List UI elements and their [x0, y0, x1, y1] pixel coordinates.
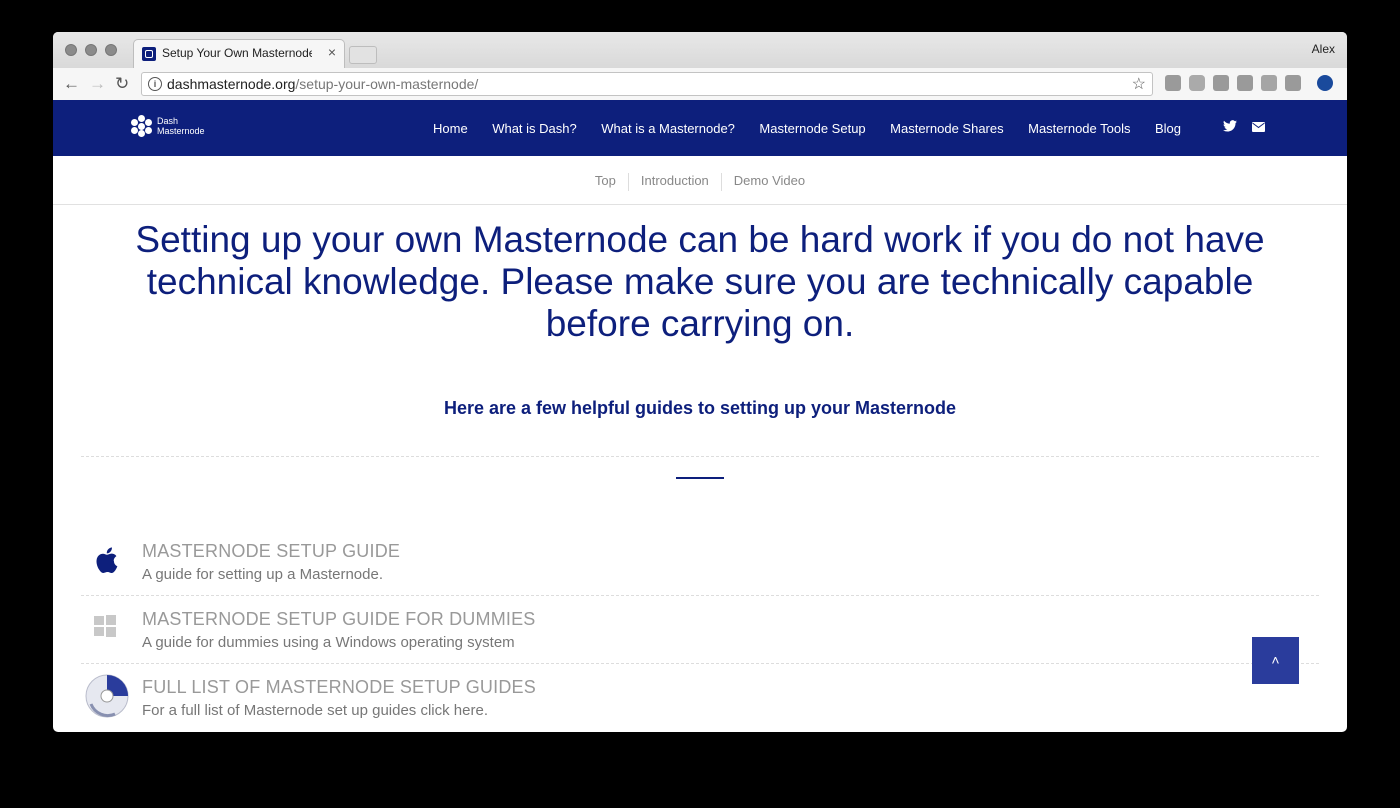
logo-line2: Masternode	[157, 126, 205, 136]
puzzle-extension-icon[interactable]	[1285, 75, 1301, 91]
guide-title[interactable]: FULL LIST OF MASTERNODE SETUP GUIDES	[142, 677, 536, 698]
browser-toolbar: ← → ↻ i dashmasternode.org/setup-your-ow…	[53, 68, 1347, 101]
scroll-to-top-button[interactable]: ˄	[1252, 637, 1299, 684]
minimize-window-button[interactable]	[85, 44, 97, 56]
tab-strip: Setup Your Own Masternode × Alex	[53, 32, 1347, 69]
section-divider	[81, 456, 1319, 457]
nav-masternode-tools[interactable]: Masternode Tools	[1028, 121, 1130, 136]
logo-mark-icon	[131, 115, 153, 137]
account-extension-icon[interactable]	[1317, 75, 1333, 91]
logo-line1: Dash	[157, 116, 179, 126]
main-nav: Home What is Dash? What is a Masternode?…	[433, 121, 1206, 136]
crown-extension-icon[interactable]	[1261, 75, 1277, 91]
reload-icon[interactable]: ↻	[115, 74, 129, 94]
apple-icon	[93, 546, 123, 576]
nav-what-is-dash[interactable]: What is Dash?	[492, 121, 577, 136]
accent-underline	[676, 477, 724, 479]
site-header: Dash Masternode Home What is Dash? What …	[53, 100, 1347, 156]
pocket-extension-icon[interactable]	[1213, 75, 1229, 91]
profile-name[interactable]: Alex	[1312, 42, 1335, 56]
zoom-window-button[interactable]	[105, 44, 117, 56]
dash-masternode-logo[interactable]: Dash Masternode	[131, 113, 221, 141]
subnav-introduction[interactable]: Introduction	[629, 173, 721, 188]
nav-what-is-a-masternode[interactable]: What is a Masternode?	[601, 121, 735, 136]
windows-icon	[93, 614, 123, 644]
info-icon[interactable]: i	[148, 77, 162, 91]
url-domain: dashmasternode.org	[167, 76, 296, 92]
guide-item-setup[interactable]: MASTERNODE SETUP GUIDE A guide for setti…	[81, 532, 1319, 600]
url-text[interactable]: dashmasternode.org/setup-your-own-master…	[167, 76, 478, 92]
translate-extension-icon[interactable]	[1165, 75, 1181, 91]
nav-masternode-setup[interactable]: Masternode Setup	[759, 121, 865, 136]
guide-description: For a full list of Masternode set up gui…	[142, 702, 488, 719]
guide-description: A guide for dummies using a Windows oper…	[142, 634, 515, 651]
guides-heading: Here are a few helpful guides to setting…	[443, 398, 957, 418]
nav-home[interactable]: Home	[433, 121, 468, 136]
mail-icon[interactable]	[1252, 120, 1265, 135]
tab-title: Setup Your Own Masternode	[162, 46, 312, 60]
new-tab-button[interactable]	[349, 46, 377, 64]
logo-text: Dash Masternode	[157, 116, 205, 136]
active-tab[interactable]: Setup Your Own Masternode ×	[133, 39, 345, 69]
url-path: /setup-your-own-masternode/	[295, 76, 479, 92]
window-controls	[65, 44, 117, 56]
nav-masternode-shares[interactable]: Masternode Shares	[890, 121, 1003, 136]
page-headline: Setting up your own Masternode can be ha…	[135, 219, 1265, 344]
guide-title[interactable]: MASTERNODE SETUP GUIDE	[142, 541, 400, 562]
guide-title[interactable]: MASTERNODE SETUP GUIDE FOR DUMMIES	[142, 609, 536, 630]
page-subnav: Top Introduction Demo Video	[53, 156, 1347, 205]
subnav-top[interactable]: Top	[583, 173, 628, 188]
guide-description: A guide for setting up a Masternode.	[142, 566, 383, 583]
forward-icon[interactable]: →	[89, 74, 106, 94]
guide-divider	[81, 595, 1319, 596]
tab-close-icon[interactable]: ×	[328, 44, 336, 60]
close-window-button[interactable]	[65, 44, 77, 56]
ubuntu-disc-icon	[85, 674, 129, 718]
guide-item-full-list[interactable]: FULL LIST OF MASTERNODE SETUP GUIDES For…	[81, 668, 1319, 732]
nav-blog[interactable]: Blog	[1155, 121, 1181, 136]
camera-extension-icon[interactable]	[1189, 75, 1205, 91]
favicon-icon	[142, 47, 156, 61]
twitter-icon[interactable]	[1223, 120, 1237, 135]
guide-divider	[81, 663, 1319, 664]
news-extension-icon[interactable]	[1237, 75, 1253, 91]
browser-window: Setup Your Own Masternode × Alex ← → ↻ i…	[53, 32, 1347, 732]
bookmark-star-icon[interactable]: ☆	[1132, 74, 1146, 94]
guide-item-dummies[interactable]: MASTERNODE SETUP GUIDE FOR DUMMIES A gui…	[81, 600, 1319, 668]
subnav-demo-video[interactable]: Demo Video	[722, 173, 817, 188]
address-bar[interactable]: i dashmasternode.org/setup-your-own-mast…	[141, 72, 1153, 96]
back-icon[interactable]: ←	[63, 74, 80, 94]
